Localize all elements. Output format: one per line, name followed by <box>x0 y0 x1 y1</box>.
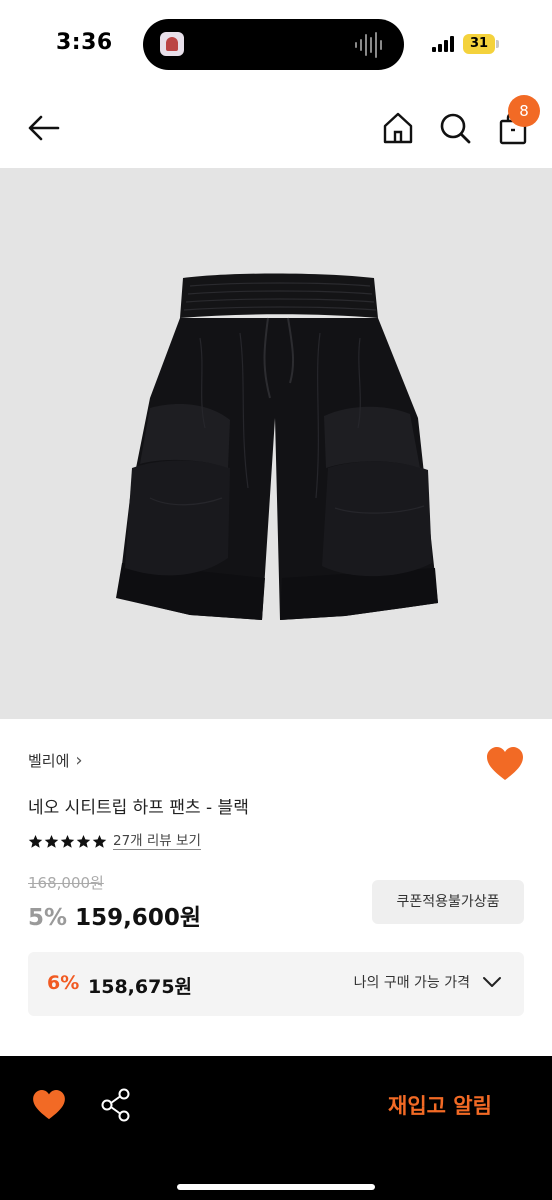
rating-row: 27개 리뷰 보기 <box>28 833 201 850</box>
product-name: 네오 시티트립 하프 팬츠 - 블랙 <box>28 798 249 818</box>
review-link[interactable]: 27개 리뷰 보기 <box>113 833 201 850</box>
star-icon <box>76 834 91 848</box>
star-rating <box>28 834 107 849</box>
share-icon[interactable] <box>100 1088 132 1122</box>
my-discount-rate: 6% <box>47 972 80 994</box>
wishlist-heart-icon[interactable] <box>486 747 524 781</box>
original-price: 168,000원 <box>28 874 104 892</box>
my-price-toggle[interactable]: 나의 구매 가능 가격 <box>354 972 502 992</box>
heart-icon[interactable] <box>32 1090 66 1120</box>
status-time: 3:36 <box>56 30 113 55</box>
price-row: 5% 159,600원 <box>28 898 201 932</box>
my-price-box[interactable]: 6% 158,675원 나의 구매 가능 가격 <box>28 952 524 1016</box>
chevron-right-icon: › <box>75 750 83 771</box>
star-icon <box>44 834 59 848</box>
home-indicator <box>177 1184 375 1190</box>
star-icon <box>92 834 107 848</box>
back-arrow-icon[interactable] <box>24 108 64 148</box>
my-price: 158,675원 <box>88 976 193 998</box>
star-icon <box>28 834 43 848</box>
my-price-label: 나의 구매 가능 가격 <box>353 975 470 991</box>
product-photo-half-pants <box>116 273 438 620</box>
star-icon <box>60 834 75 848</box>
cart-count-badge: 8 <box>508 95 540 127</box>
restock-alert-button[interactable]: 재입고 알림 <box>372 1088 508 1124</box>
dynamic-island[interactable] <box>143 19 404 70</box>
chevron-down-icon <box>483 977 501 987</box>
discount-rate: 5% <box>28 905 68 931</box>
coupon-unavailable-badge: 쿠폰적용불가상품 <box>372 880 524 924</box>
brand-link[interactable]: 벨리에 › <box>28 750 83 771</box>
section-divider <box>0 1046 552 1056</box>
home-icon[interactable] <box>378 108 418 148</box>
bottom-action-bar: 재입고 알림 <box>0 1056 552 1200</box>
brand-name: 벨리에 <box>28 752 70 770</box>
battery-level: 31 <box>469 36 489 51</box>
top-nav <box>0 90 552 168</box>
cellular-signal-icon <box>432 36 454 52</box>
search-icon[interactable] <box>435 108 475 148</box>
product-image[interactable] <box>0 168 552 719</box>
audio-waveform-icon <box>355 32 382 58</box>
status-bar: 3:36 31 <box>0 0 552 90</box>
sale-price: 159,600원 <box>75 905 201 931</box>
now-playing-app-icon <box>160 32 184 56</box>
battery-indicator: 31 <box>463 34 499 54</box>
